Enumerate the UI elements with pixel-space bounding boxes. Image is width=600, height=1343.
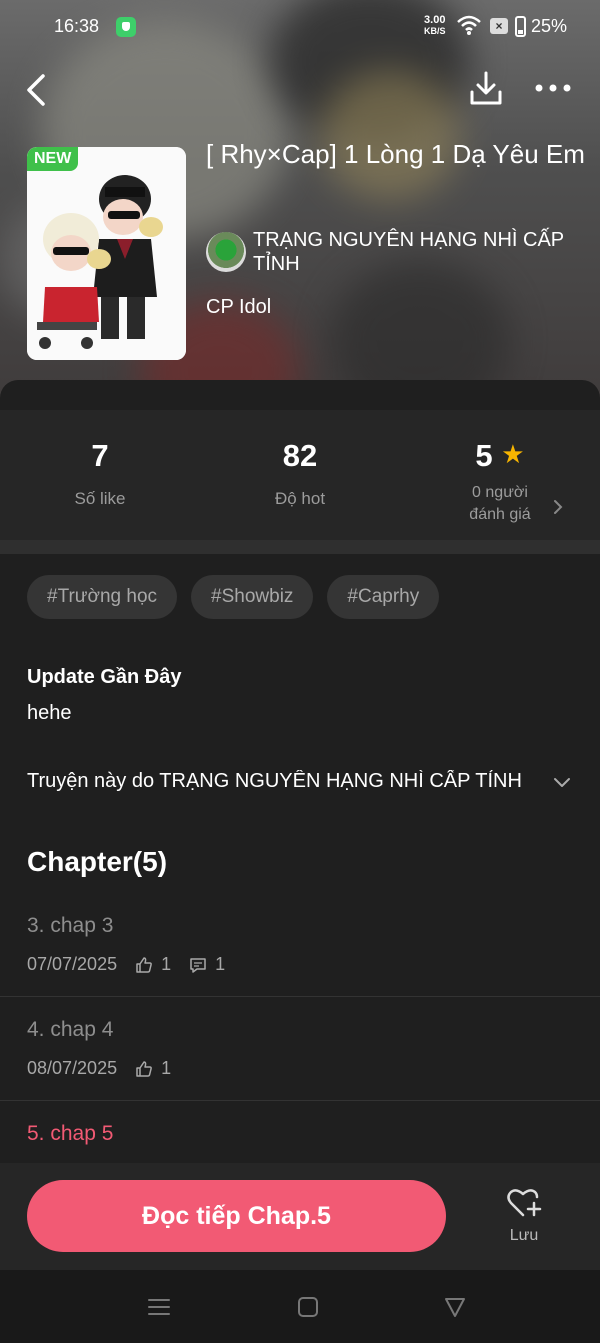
chapter-row-current[interactable]: 5. chap 5 xyxy=(0,1122,600,1164)
chapter-title: 5. chap 5 xyxy=(27,1122,114,1145)
new-badge: NEW xyxy=(27,147,79,171)
battery-percent: 25% xyxy=(531,16,568,36)
update-text: hehe xyxy=(27,702,72,724)
hot-count: 82 xyxy=(282,438,318,473)
back-triangle-icon[interactable] xyxy=(443,1296,467,1318)
chapters-heading: Chapter(5) xyxy=(27,846,168,877)
story-cover-image[interactable]: NEW xyxy=(27,147,186,360)
chapter-date: 08/07/2025 xyxy=(27,1058,118,1078)
system-nav-bar xyxy=(0,1270,600,1343)
chapter-likes: 1 xyxy=(161,954,172,974)
chapter-title: 4. chap 4 xyxy=(27,1018,114,1041)
wifi-icon xyxy=(457,15,481,35)
likes-label: Số like xyxy=(74,489,126,508)
back-icon[interactable] xyxy=(22,72,52,108)
update-heading: Update Gần Đây xyxy=(27,666,182,688)
thumbs-up-icon xyxy=(136,956,152,973)
star-icon: ★ xyxy=(501,439,525,469)
rating-label: 0 người đánh giá xyxy=(469,484,531,523)
tag-chip[interactable]: #Showbiz xyxy=(191,575,314,619)
battery-icon xyxy=(515,16,526,37)
story-description[interactable]: Truyện này do TRẠNG NGUYÊN HẠNG NHÌ CẤP … xyxy=(27,770,547,793)
section-divider xyxy=(0,540,600,554)
rating-value: 5 xyxy=(475,438,493,473)
stat-hot: 82 Độ hot xyxy=(200,410,400,510)
menu-icon[interactable] xyxy=(147,1296,171,1318)
continue-reading-button[interactable]: Đọc tiếp Chap.5 xyxy=(27,1180,446,1252)
likes-count: 7 xyxy=(91,438,109,473)
author-avatar[interactable] xyxy=(206,232,246,272)
tag-chip[interactable]: #Caprhy xyxy=(327,575,440,619)
chapter-date: 07/07/2025 xyxy=(27,954,118,974)
chapter-row[interactable]: 3. chap 3 07/07/2025 1 1 xyxy=(0,914,600,997)
more-options-icon[interactable] xyxy=(534,78,572,98)
chapter-meta: 07/07/2025 1 1 xyxy=(27,954,225,975)
security-shield-icon xyxy=(116,17,136,37)
chevron-right-icon xyxy=(554,500,563,514)
story-category[interactable]: CP Idol xyxy=(206,296,271,319)
chapter-row[interactable]: 4. chap 4 08/07/2025 1 xyxy=(0,1018,600,1101)
status-time: 16:38 xyxy=(54,16,100,36)
story-title: [ Rhy×Cap] 1 Lòng 1 Dạ Yêu Em xyxy=(206,139,585,169)
chapter-likes: 1 xyxy=(161,1058,172,1078)
save-label: Lưu xyxy=(509,1227,539,1244)
chapter-comments: 1 xyxy=(215,954,226,974)
download-icon[interactable] xyxy=(468,70,504,108)
tag-list: #Trường học #Showbiz #Caprhy xyxy=(27,575,440,619)
stat-rating[interactable]: 5 ★ 0 người đánh giá xyxy=(400,410,600,526)
network-speed: 3.00 KB/S xyxy=(424,14,446,37)
hot-label: Độ hot xyxy=(274,489,326,508)
status-bar: 16:38 3.00 KB/S × 25% xyxy=(0,0,600,56)
stat-likes: 7 Số like xyxy=(0,410,200,510)
chapter-meta: 08/07/2025 1 xyxy=(27,1058,171,1079)
comment-icon xyxy=(190,957,206,973)
author-name[interactable]: TRẠNG NGUYÊN HẠNG NHÌ CẤP TỈNH xyxy=(253,228,583,276)
chevron-down-icon[interactable] xyxy=(552,772,572,792)
notification-x-icon: × xyxy=(490,18,508,34)
save-button[interactable]: Lưu xyxy=(498,1187,550,1245)
chapter-title: 3. chap 3 xyxy=(27,914,114,937)
stats-row: 7 Số like 82 Độ hot 5 ★ 0 người đánh giá xyxy=(0,410,600,540)
bottom-action-bar: Đọc tiếp Chap.5 Lưu xyxy=(0,1163,600,1270)
cover-illustration xyxy=(27,147,186,360)
heart-plus-icon xyxy=(507,1189,542,1217)
thumbs-up-icon xyxy=(136,1060,152,1077)
tag-chip[interactable]: #Trường học xyxy=(27,575,178,619)
home-icon[interactable] xyxy=(296,1296,320,1318)
